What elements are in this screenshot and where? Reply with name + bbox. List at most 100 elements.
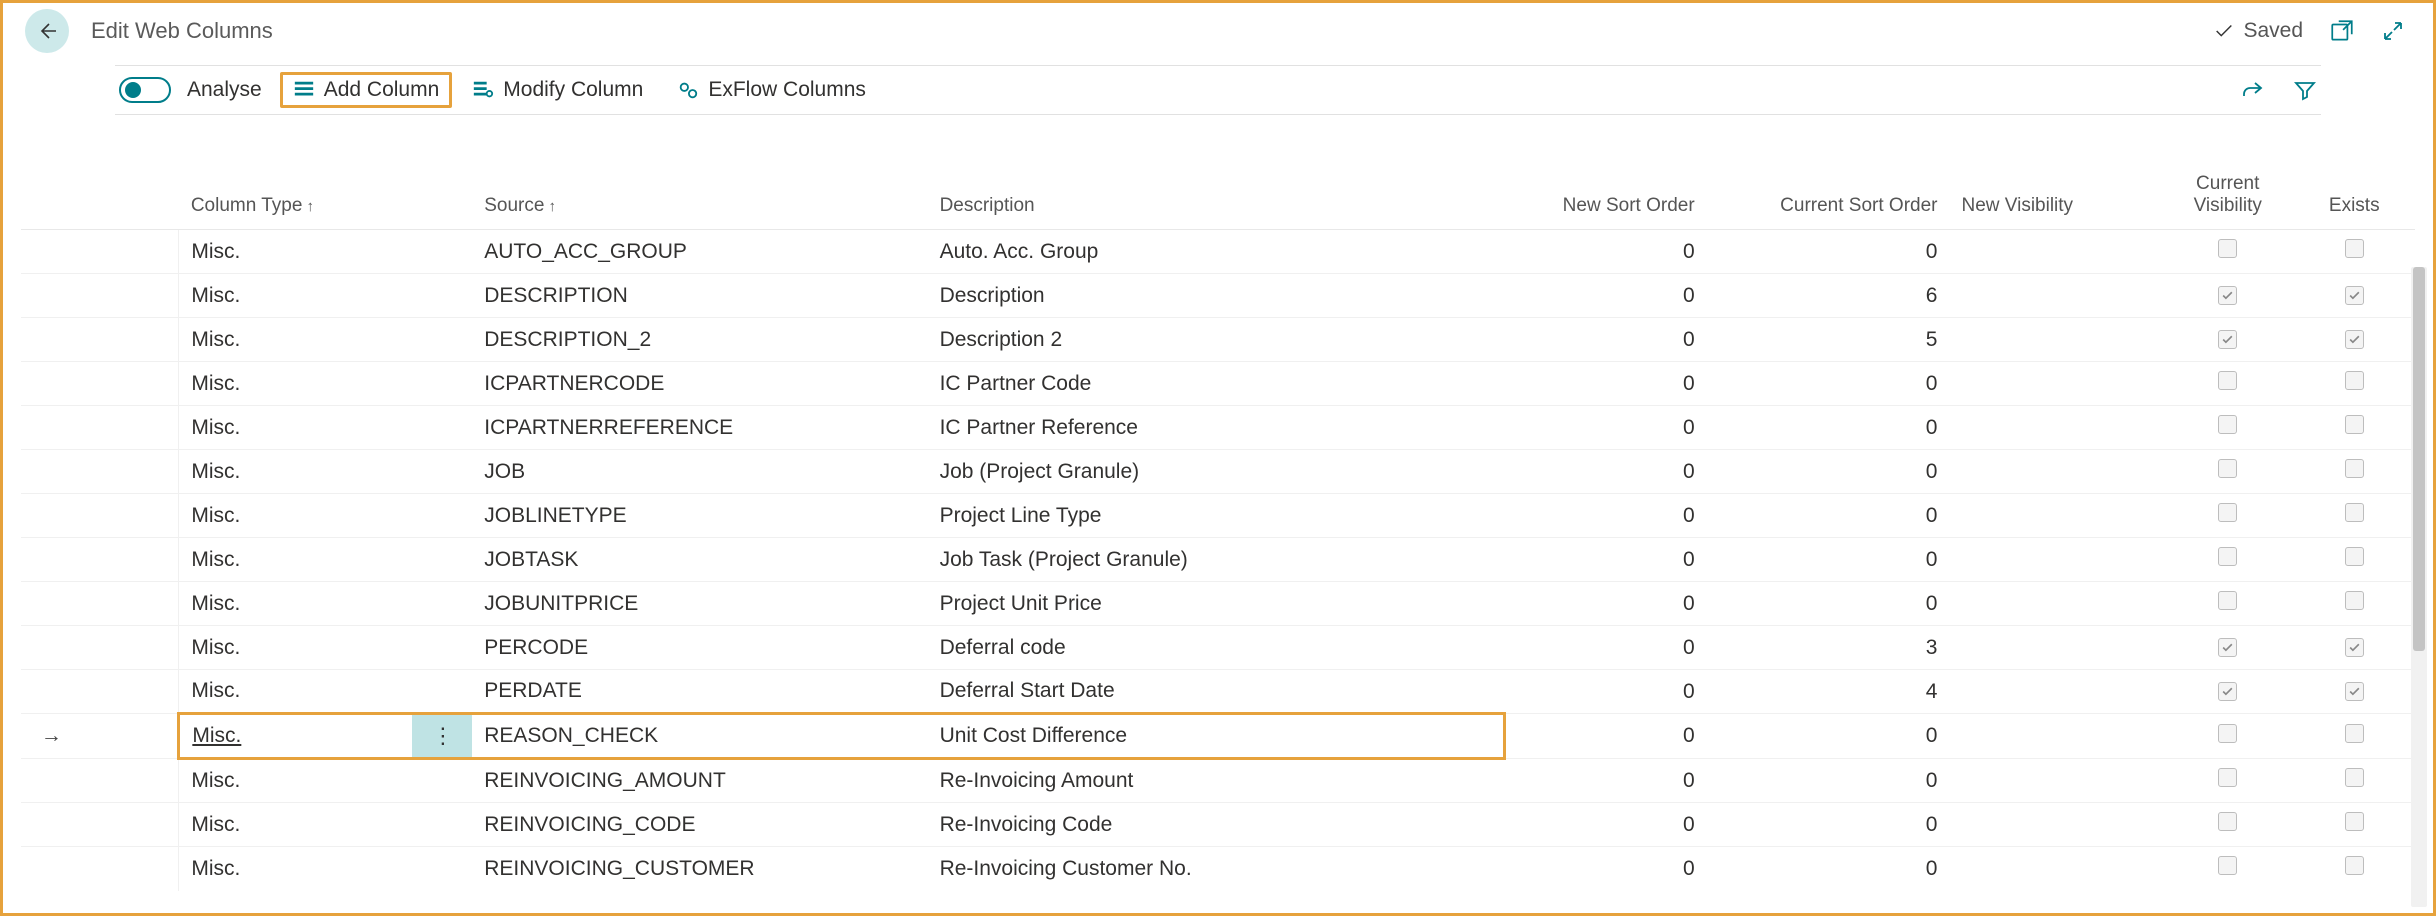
cell-current-sort-order: 5 <box>1926 328 1938 351</box>
cell-new-sort-order: 0 <box>1683 240 1695 263</box>
checkbox <box>2345 724 2364 743</box>
share-icon <box>2241 78 2265 102</box>
checkbox <box>2218 724 2237 743</box>
cell-new-sort-order: 0 <box>1683 813 1695 836</box>
cell-new-sort-order: 0 <box>1683 504 1695 527</box>
checkbox <box>2218 415 2237 434</box>
cell-source: DESCRIPTION_2 <box>484 328 651 351</box>
cell-source: JOBUNITPRICE <box>484 592 638 615</box>
table-row[interactable]: Misc.PERDATEDeferral Start Date04 <box>21 670 2415 714</box>
add-column-button[interactable]: Add Column <box>280 72 453 108</box>
row-actions-button[interactable]: ⋮ <box>412 714 473 759</box>
checkbox <box>2345 547 2364 566</box>
cell-type: Misc. <box>191 548 240 571</box>
grid-plus-icon <box>293 79 315 101</box>
cell-description: IC Partner Code <box>940 372 1092 395</box>
saved-label: Saved <box>2243 19 2303 43</box>
table-row[interactable]: Misc.PERCODEDeferral code03 <box>21 626 2415 670</box>
table-row[interactable]: Misc.REINVOICING_AMOUNTRe-Invoicing Amou… <box>21 759 2415 803</box>
check-icon <box>2213 20 2235 42</box>
gears-icon <box>677 79 699 101</box>
checkbox <box>2218 330 2237 349</box>
checkbox <box>2218 286 2237 305</box>
checkbox <box>2345 459 2364 478</box>
cell-current-sort-order: 0 <box>1926 724 1938 747</box>
cell-new-sort-order: 0 <box>1683 592 1695 615</box>
col-header-current-visibility[interactable]: Current Visibility <box>2162 163 2294 230</box>
modify-column-button[interactable]: Modify Column <box>462 74 653 106</box>
title-bar: Edit Web Columns Saved <box>3 3 2433 59</box>
cell-description: Deferral Start Date <box>940 679 1115 702</box>
open-new-window-button[interactable] <box>2329 18 2355 44</box>
collapse-button[interactable] <box>2381 19 2405 43</box>
table-row[interactable]: Misc.JOBUNITPRICEProject Unit Price00 <box>21 582 2415 626</box>
cell-description: Job (Project Granule) <box>940 460 1140 483</box>
col-header-source[interactable]: Source↑ <box>472 163 927 230</box>
checkbox <box>2218 768 2237 787</box>
checkbox <box>2218 682 2237 701</box>
checkbox <box>2345 503 2364 522</box>
cell-source: PERCODE <box>484 636 588 659</box>
sort-asc-icon: ↑ <box>306 198 314 215</box>
table-row[interactable]: Misc.AUTO_ACC_GROUPAuto. Acc. Group00 <box>21 230 2415 274</box>
cell-description: IC Partner Reference <box>940 416 1138 439</box>
cell-new-sort-order: 0 <box>1683 328 1695 351</box>
table-row[interactable]: →Misc.⋮REASON_CHECKUnit Cost Difference0… <box>21 714 2415 759</box>
table-row[interactable]: Misc.ICPARTNERCODEIC Partner Code00 <box>21 362 2415 406</box>
cell-type: Misc. <box>191 240 240 263</box>
checkbox <box>2218 856 2237 875</box>
back-arrow-icon <box>35 19 59 43</box>
cell-type[interactable]: Misc. <box>192 724 241 747</box>
col-header-exists[interactable]: Exists <box>2294 163 2416 230</box>
col-header-current-sort-order[interactable]: Current Sort Order <box>1707 163 1950 230</box>
col-header-new-visibility[interactable]: New Visibility <box>1949 163 2161 230</box>
cell-source: JOB <box>484 460 525 483</box>
action-toolbar: Analyse Add Column Modify Column ExFlow … <box>115 65 2321 115</box>
analyse-toggle[interactable] <box>119 77 171 103</box>
cell-description: Auto. Acc. Group <box>940 240 1099 263</box>
back-button[interactable] <box>25 9 69 53</box>
table-row[interactable]: Misc.JOBTASKJob Task (Project Granule)00 <box>21 538 2415 582</box>
checkbox <box>2345 330 2364 349</box>
cell-source: JOBLINETYPE <box>484 504 626 527</box>
cell-current-sort-order: 6 <box>1926 284 1938 307</box>
filter-button[interactable] <box>2293 78 2317 102</box>
table-row[interactable]: Misc.DESCRIPTIONDescription06 <box>21 274 2415 318</box>
checkbox <box>2345 415 2364 434</box>
table-row[interactable]: Misc.DESCRIPTION_2Description 205 <box>21 318 2415 362</box>
cell-current-sort-order: 4 <box>1926 680 1938 703</box>
cell-new-sort-order: 0 <box>1683 636 1695 659</box>
table-row[interactable]: Misc.ICPARTNERREFERENCEIC Partner Refere… <box>21 406 2415 450</box>
col-header-new-sort-order[interactable]: New Sort Order <box>1504 163 1706 230</box>
cell-type: Misc. <box>191 813 240 836</box>
cell-source: DESCRIPTION <box>484 284 628 307</box>
col-header-description[interactable]: Description <box>928 163 1505 230</box>
cell-type: Misc. <box>191 372 240 395</box>
checkbox <box>2345 371 2364 390</box>
sort-asc-icon: ↑ <box>548 198 556 215</box>
vertical-scrollbar[interactable] <box>2411 267 2427 907</box>
table-row[interactable]: Misc.JOBJob (Project Granule)00 <box>21 450 2415 494</box>
col-header-type[interactable]: Column Type↑ <box>179 163 412 230</box>
exflow-columns-button[interactable]: ExFlow Columns <box>667 74 876 106</box>
table-row[interactable]: Misc.JOBLINETYPEProject Line Type00 <box>21 494 2415 538</box>
checkbox <box>2345 239 2364 258</box>
cell-source: PERDATE <box>484 679 582 702</box>
cell-type: Misc. <box>191 460 240 483</box>
cell-new-sort-order: 0 <box>1683 284 1695 307</box>
cell-type: Misc. <box>191 504 240 527</box>
cell-type: Misc. <box>191 416 240 439</box>
table-header-row: Column Type↑ Source↑ Description New Sor… <box>21 163 2415 230</box>
table-row[interactable]: Misc.REINVOICING_CUSTOMERRe-Invoicing Cu… <box>21 847 2415 891</box>
table-row[interactable]: Misc.REINVOICING_CODERe-Invoicing Code00 <box>21 803 2415 847</box>
cell-description: Re-Invoicing Amount <box>940 769 1134 792</box>
vertical-dots-icon: ⋮ <box>432 723 452 748</box>
checkbox <box>2345 856 2364 875</box>
cell-new-sort-order: 0 <box>1683 548 1695 571</box>
cell-current-sort-order: 0 <box>1926 548 1938 571</box>
cell-current-sort-order: 0 <box>1926 504 1938 527</box>
cell-current-sort-order: 3 <box>1926 636 1938 659</box>
cell-type: Misc. <box>191 284 240 307</box>
cell-description: Re-Invoicing Code <box>940 813 1113 836</box>
share-button[interactable] <box>2241 78 2265 102</box>
